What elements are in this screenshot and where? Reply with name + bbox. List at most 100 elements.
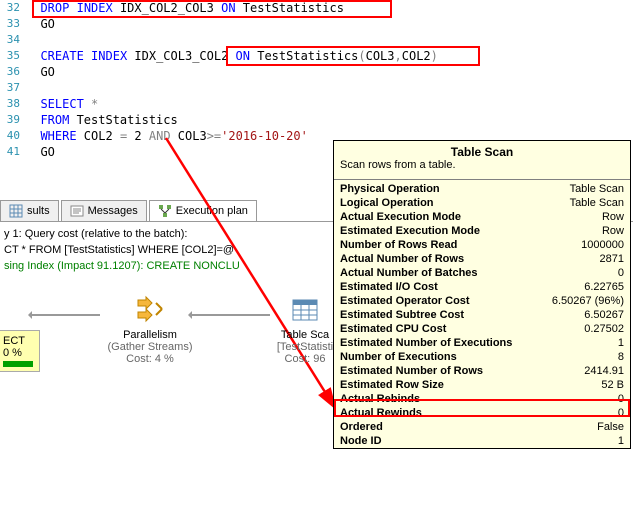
tooltip-row: Estimated Subtree Cost 6.50267 (334, 308, 630, 322)
line-number: 40 (0, 128, 26, 144)
operator-tooltip: Table Scan Scan rows from a table. Physi… (333, 140, 631, 449)
tooltip-desc: Scan rows from a table. (334, 159, 630, 177)
tooltip-key: Physical Operation (340, 183, 440, 195)
plan-node-select[interactable]: ECT 0 % (0, 330, 40, 372)
tooltip-value: 2871 (600, 253, 624, 265)
line-number: 32 (0, 0, 26, 16)
select-label: ECT (3, 335, 33, 347)
tooltip-key: Ordered (340, 421, 383, 433)
plan-node-sub: (Gather Streams) (90, 341, 210, 353)
tooltip-key: Number of Rows Read (340, 239, 457, 251)
line-number: 38 (0, 96, 26, 112)
line-number: 34 (0, 32, 26, 48)
line-number: 36 (0, 64, 26, 80)
code-line[interactable]: SELECT * (26, 96, 98, 112)
grid-icon (9, 204, 23, 218)
tooltip-row: Estimated Execution Mode Row (334, 224, 630, 238)
tooltip-value: 0.27502 (584, 323, 624, 335)
code-line[interactable]: WHERE COL2 = 2 AND COL3>='2016-10-20' (26, 128, 308, 144)
tooltip-row: Actual Number of Batches 0 (334, 266, 630, 280)
tooltip-row: Number of Rows Read 1000000 (334, 238, 630, 252)
tooltip-row: Estimated Number of Rows 2414.91 (334, 364, 630, 378)
tooltip-row: Logical Operation Table Scan (334, 196, 630, 210)
tooltip-row: Number of Executions 8 (334, 350, 630, 364)
tooltip-row: Actual Number of Rows 2871 (334, 252, 630, 266)
tooltip-row: Ordered False (334, 420, 630, 434)
tooltip-row: Estimated Row Size 52 B (334, 378, 630, 392)
code-line[interactable]: CREATE INDEX IDX_COL3_COL2 ON TestStatis… (26, 48, 438, 64)
line-number: 37 (0, 80, 26, 96)
parallelism-icon (134, 294, 166, 326)
tooltip-value: 0 (618, 267, 624, 279)
line-number: 35 (0, 48, 26, 64)
messages-icon (70, 204, 84, 218)
tooltip-key: Estimated Number of Executions (340, 337, 512, 349)
sql-editor[interactable]: 32 DROP INDEX IDX_COL2_COL3 ON TestStati… (0, 0, 633, 160)
tooltip-key: Estimated Operator Cost (340, 295, 470, 307)
code-line[interactable]: GO (26, 144, 55, 160)
tooltip-row: Estimated Number of Executions 1 (334, 336, 630, 350)
tooltip-row: Node ID 1 (334, 434, 630, 448)
tooltip-key: Estimated I/O Cost (340, 281, 438, 293)
code-line[interactable]: DROP INDEX IDX_COL2_COL3 ON TestStatisti… (26, 0, 344, 16)
tooltip-key: Estimated CPU Cost (340, 323, 446, 335)
tooltip-row: Estimated I/O Cost 6.22765 (334, 280, 630, 294)
tooltip-value: 1 (618, 435, 624, 447)
tooltip-value: 52 B (601, 379, 624, 391)
code-line[interactable] (26, 32, 40, 48)
tooltip-key: Actual Execution Mode (340, 211, 461, 223)
tooltip-key: Logical Operation (340, 197, 434, 209)
tooltip-value: 8 (618, 351, 624, 363)
tooltip-value: Table Scan (570, 197, 624, 209)
line-number: 41 (0, 144, 26, 160)
tooltip-key: Estimated Number of Rows (340, 365, 483, 377)
tablescan-icon (289, 294, 321, 326)
tooltip-value: 1000000 (581, 239, 624, 251)
tooltip-row: Actual Rebinds 0 (334, 392, 630, 406)
code-line[interactable] (26, 80, 40, 96)
tooltip-value: 6.22765 (584, 281, 624, 293)
tab-messages-label: Messages (88, 205, 138, 217)
tooltip-value: 1 (618, 337, 624, 349)
tooltip-row: Estimated CPU Cost 0.27502 (334, 322, 630, 336)
tooltip-value: 6.50267 (96%) (552, 295, 624, 307)
tooltip-row: Actual Rewinds 0 (334, 406, 630, 420)
tooltip-key: Node ID (340, 435, 382, 447)
tooltip-value: 6.50267 (584, 309, 624, 321)
tab-results-label: sults (27, 205, 50, 217)
tooltip-value: Row (602, 211, 624, 223)
select-cost-bar (3, 361, 33, 367)
plan-node-parallelism[interactable]: Parallelism (Gather Streams) Cost: 4 % (90, 294, 210, 365)
tooltip-row: Estimated Operator Cost 6.50267 (96%) (334, 294, 630, 308)
tab-messages[interactable]: Messages (61, 200, 147, 221)
tooltip-value: 0 (618, 393, 624, 405)
tooltip-value: False (597, 421, 624, 433)
line-number: 39 (0, 112, 26, 128)
plan-node-cost: Cost: 4 % (90, 353, 210, 365)
tooltip-key: Estimated Subtree Cost (340, 309, 464, 321)
tab-plan-label: Execution plan (176, 205, 248, 217)
tooltip-value: Row (602, 225, 624, 237)
plan-node-title: Parallelism (90, 329, 210, 341)
select-cost: 0 % (3, 347, 33, 359)
tooltip-title: Table Scan (334, 141, 630, 159)
code-line[interactable]: GO (26, 64, 55, 80)
tooltip-row: Physical Operation Table Scan (334, 182, 630, 196)
code-line[interactable]: GO (26, 16, 55, 32)
code-line[interactable]: FROM TestStatistics (26, 112, 178, 128)
tooltip-value: 2414.91 (584, 365, 624, 377)
tooltip-key: Actual Number of Rows (340, 253, 464, 265)
tooltip-row: Actual Execution Mode Row (334, 210, 630, 224)
tooltip-value: 0 (618, 407, 624, 419)
tooltip-key: Number of Executions (340, 351, 457, 363)
tooltip-key: Actual Rebinds (340, 393, 420, 405)
tooltip-value: Table Scan (570, 183, 624, 195)
tab-execution-plan[interactable]: Execution plan (149, 200, 257, 221)
line-number: 33 (0, 16, 26, 32)
tooltip-key: Actual Number of Batches (340, 267, 478, 279)
tab-results[interactable]: sults (0, 200, 59, 221)
tooltip-key: Actual Rewinds (340, 407, 422, 419)
tooltip-key: Estimated Row Size (340, 379, 444, 391)
tooltip-key: Estimated Execution Mode (340, 225, 480, 237)
plan-icon (158, 204, 172, 218)
